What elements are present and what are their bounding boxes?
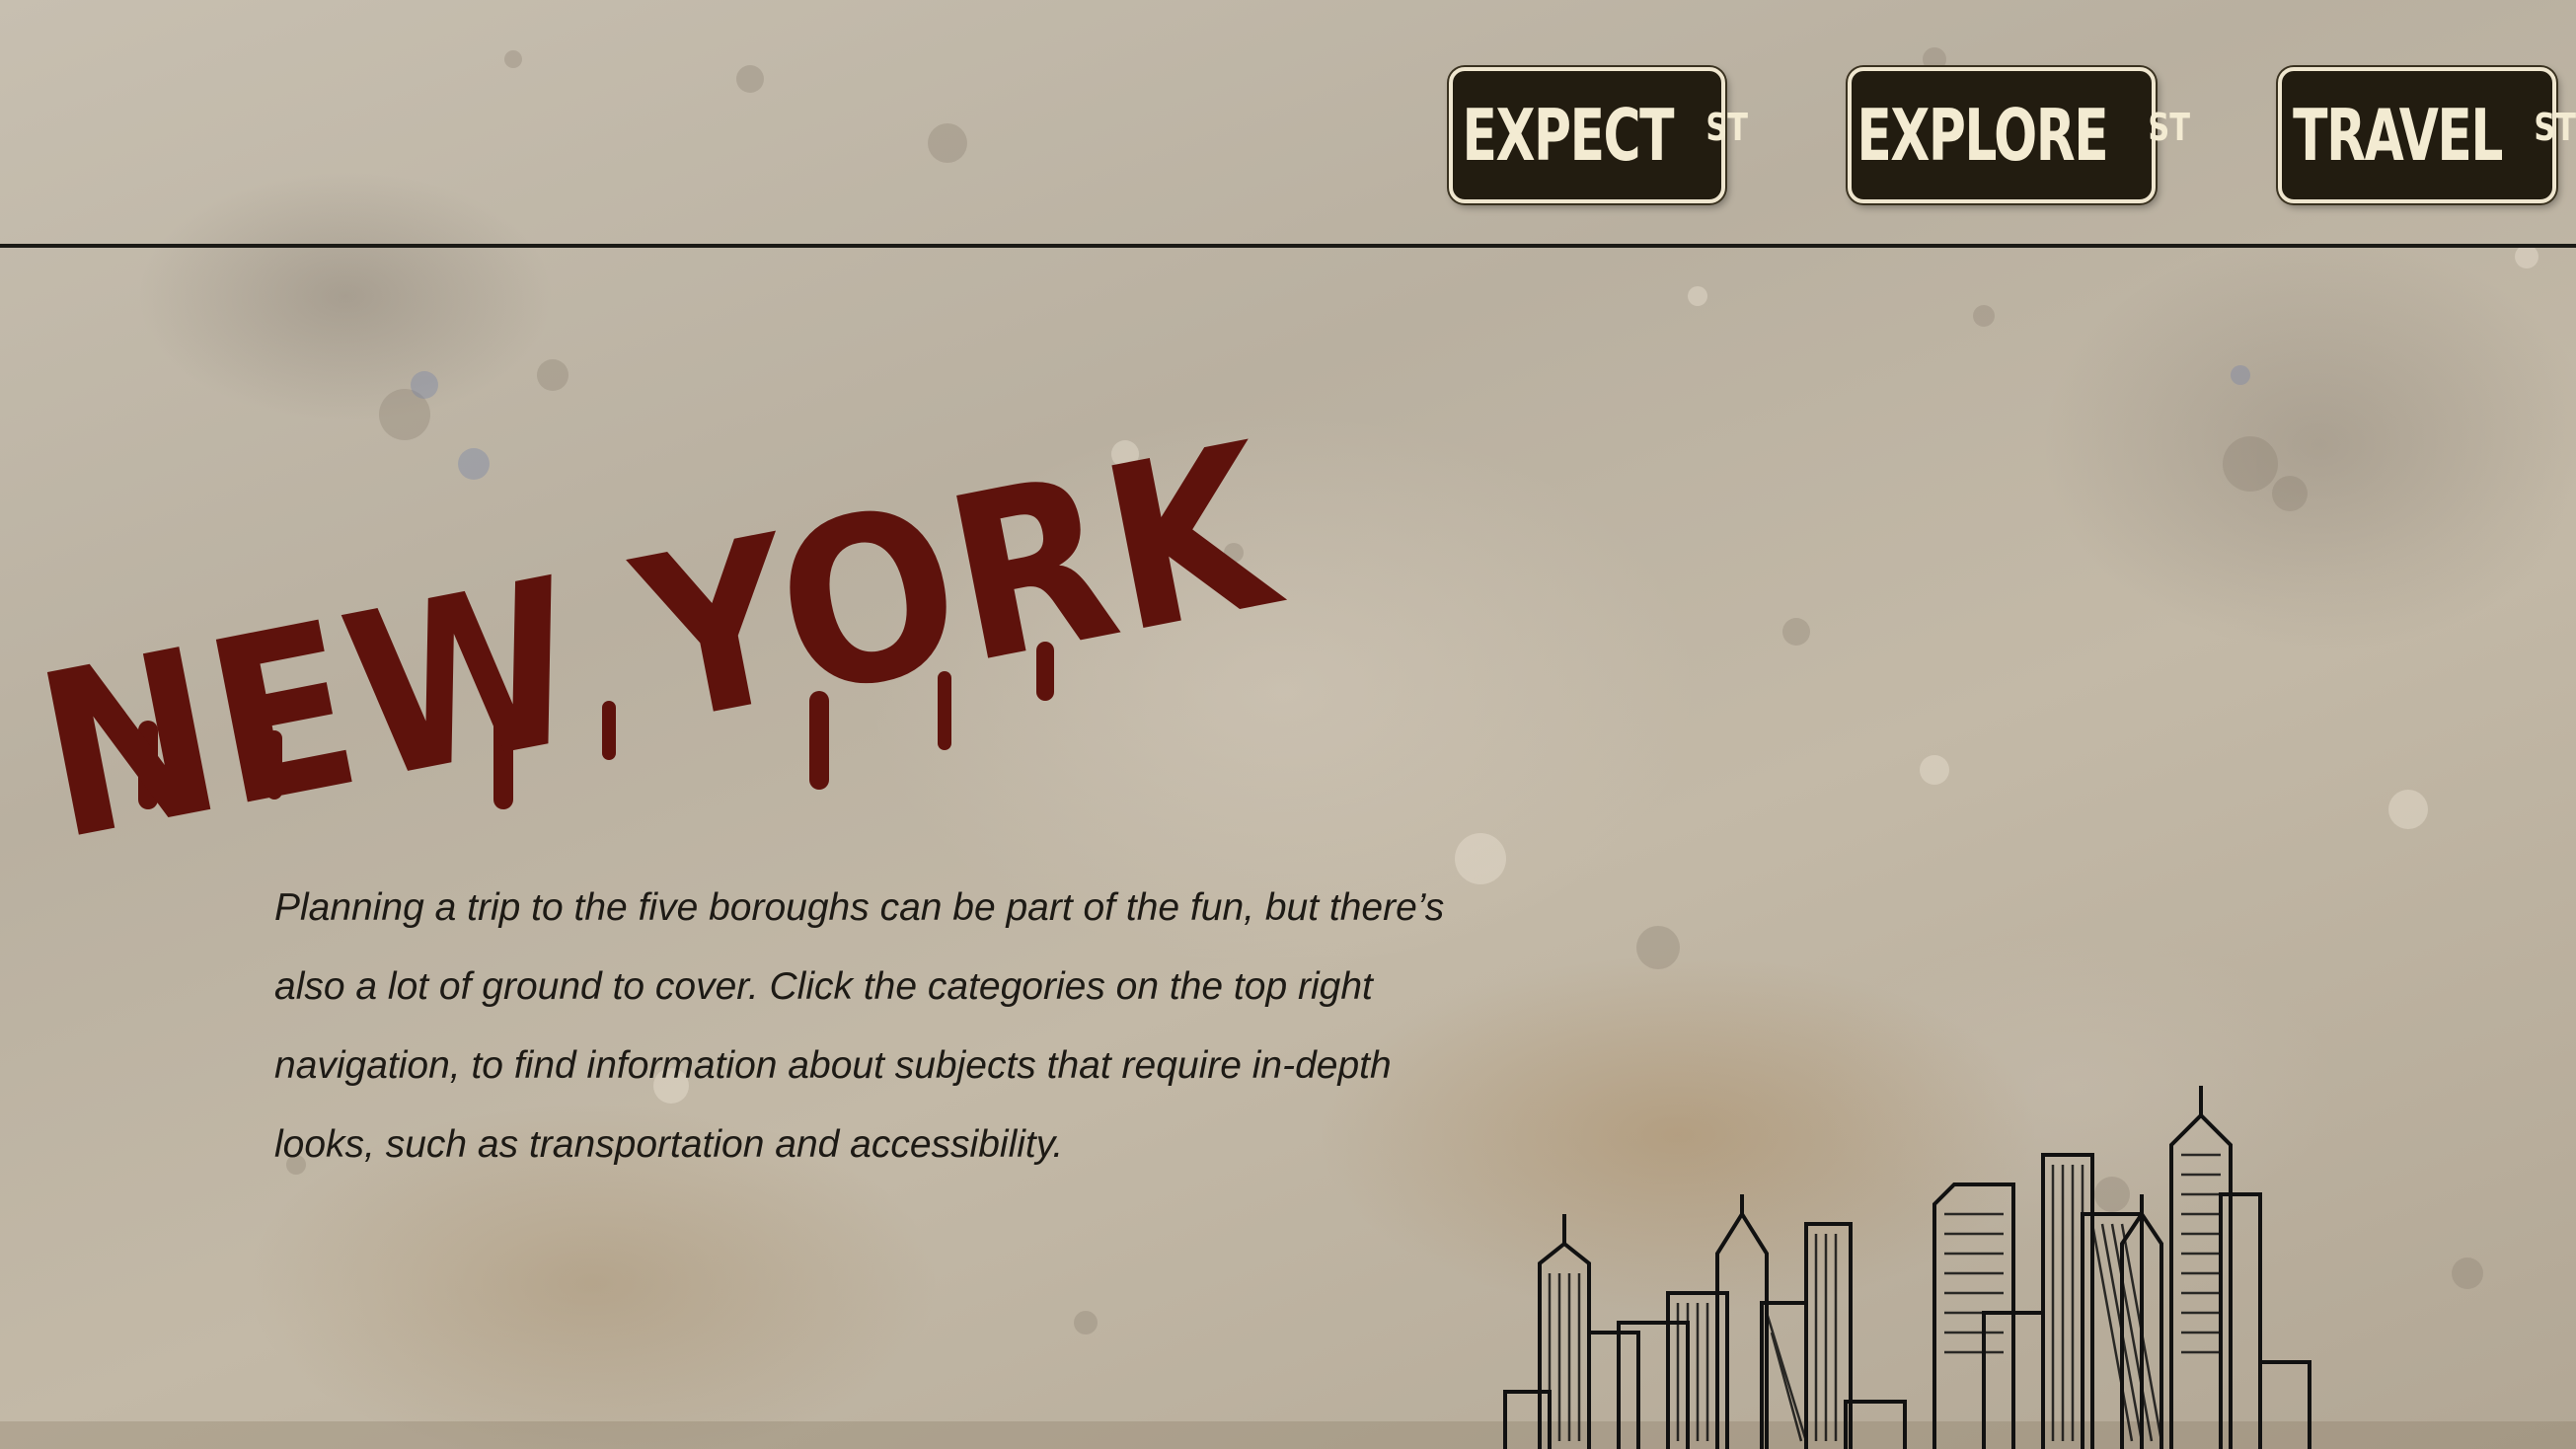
nav-travel-street-sign[interactable]: TRAVEL ST	[2278, 67, 2576, 203]
hero-title-graffiti: NEW YORK	[21, 394, 1299, 891]
nav-expect-street-sign[interactable]: EXPECT ST	[1449, 67, 1748, 203]
city-skyline-sketch-icon	[1503, 1086, 2311, 1449]
page-background: EXPECT ST EXPLORE ST TRAVEL ST NEW YORK …	[0, 0, 2576, 1449]
nav-expect-suffix: ST	[1705, 106, 1748, 149]
nav-travel-label: TRAVEL	[2293, 94, 2503, 177]
nav-travel-suffix: ST	[2534, 106, 2576, 149]
nav-explore-label: EXPLORE	[1856, 94, 2108, 177]
intro-paragraph: Planning a trip to the five boroughs can…	[274, 886, 1445, 1166]
nav-explore-street-sign[interactable]: EXPLORE ST	[1848, 67, 2190, 203]
header-divider	[0, 244, 2576, 248]
hero-title-text: NEW YORK	[21, 394, 1299, 891]
nav-expect-label: EXPECT	[1462, 94, 1675, 177]
nav-explore-suffix: ST	[2147, 106, 2190, 149]
